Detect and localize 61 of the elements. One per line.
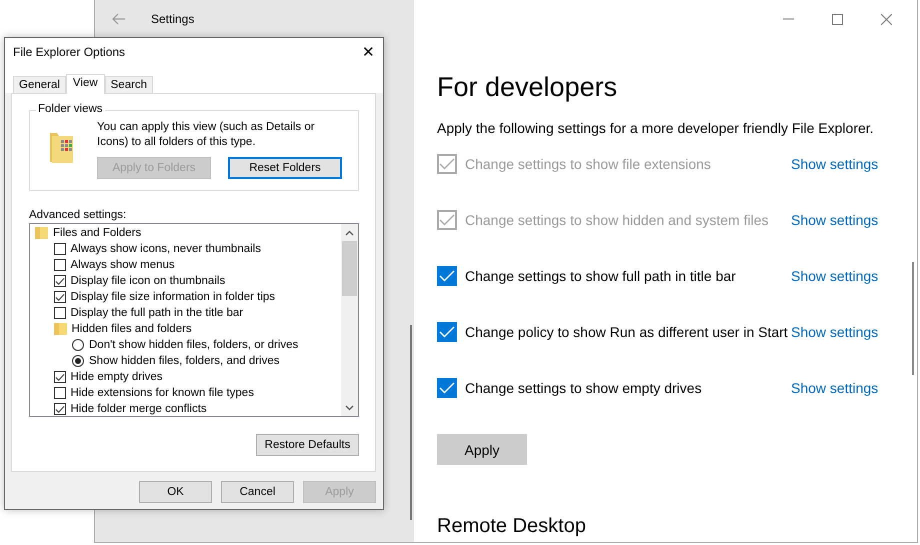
folder-icon bbox=[49, 131, 75, 163]
checkbox[interactable] bbox=[437, 266, 457, 286]
checkbox[interactable] bbox=[54, 291, 66, 303]
checkbox[interactable] bbox=[54, 387, 66, 399]
radio-button[interactable] bbox=[72, 339, 84, 351]
scrollbar[interactable] bbox=[341, 224, 358, 416]
group-title: Folder views bbox=[36, 103, 105, 115]
radio-label: Show hidden files, folders, and drives bbox=[89, 355, 280, 367]
checkbox-label: Display the full path in the title bar bbox=[70, 307, 244, 319]
radio-label: Don't show hidden files, folders, or drives bbox=[89, 339, 298, 351]
show-settings-link[interactable]: Show settings bbox=[791, 324, 878, 340]
checkbox[interactable] bbox=[54, 275, 66, 287]
scroll-up-icon[interactable] bbox=[345, 230, 354, 236]
checkbox-label: Hide extensions for known file types bbox=[70, 387, 254, 399]
scroll-down-icon[interactable] bbox=[345, 405, 354, 411]
page-heading: For developers bbox=[437, 71, 618, 104]
window-title: Settings bbox=[151, 12, 194, 26]
scrollbar[interactable] bbox=[912, 262, 914, 375]
group-description: You can apply this view (such as Details or Icons) to all folders of this type. bbox=[97, 120, 316, 150]
checkbox-label: Always show icons, never thumbnails bbox=[70, 243, 261, 255]
folder-icon bbox=[54, 323, 66, 335]
option-label: Change settings to show empty drives bbox=[465, 380, 703, 396]
folder-view-button[interactable]: Reset Folders bbox=[228, 157, 342, 179]
option-label: Change policy to show Run as different user in Start bbox=[465, 324, 789, 340]
checkbox[interactable] bbox=[54, 259, 66, 271]
dialog-button[interactable]: OK bbox=[139, 481, 212, 503]
scrollbar[interactable] bbox=[410, 325, 412, 520]
tree-item[interactable]: Files and Folders bbox=[53, 227, 142, 239]
checkbox[interactable] bbox=[54, 371, 66, 383]
close-button[interactable]: ✕ bbox=[362, 43, 375, 61]
checkbox-label: Always show menus bbox=[70, 259, 175, 271]
section-heading: Remote Desktop bbox=[437, 515, 587, 538]
close-icon[interactable] bbox=[881, 14, 892, 24]
radio-button[interactable] bbox=[72, 355, 84, 367]
description: Apply the following settings for a more developer friendly File Explorer. bbox=[437, 120, 875, 136]
checkbox[interactable] bbox=[437, 378, 457, 398]
option-label: Change settings to show full path in title bar bbox=[465, 268, 737, 284]
option-label: Change settings to show file extensions bbox=[465, 156, 712, 172]
tree-item[interactable]: Hidden files and folders bbox=[72, 323, 192, 335]
maximize-icon[interactable] bbox=[832, 14, 843, 24]
show-settings-link[interactable]: Show settings bbox=[791, 268, 878, 284]
folder-icon bbox=[35, 227, 48, 239]
checkbox-label: Display file size information in folder tips bbox=[70, 291, 276, 303]
tab[interactable]: General bbox=[13, 76, 66, 93]
restore-defaults-button[interactable]: Restore Defaults bbox=[256, 434, 359, 456]
dialog-button[interactable]: Cancel bbox=[221, 481, 294, 503]
tab[interactable]: View bbox=[66, 74, 105, 94]
option-label: Change settings to show hidden and system files bbox=[465, 212, 770, 228]
advanced-label: Advanced settings: bbox=[29, 209, 128, 221]
checkbox-label: Hide folder merge conflicts bbox=[70, 403, 207, 415]
checkbox[interactable] bbox=[54, 243, 66, 255]
show-settings-link[interactable]: Show settings bbox=[791, 380, 878, 396]
checkbox[interactable] bbox=[54, 307, 66, 319]
dialog-title: File Explorer Options bbox=[13, 45, 126, 59]
tab[interactable]: Search bbox=[104, 76, 154, 93]
checkbox[interactable] bbox=[54, 403, 66, 415]
checkbox-label: Display file icon on thumbnails bbox=[70, 275, 226, 287]
checkbox[interactable] bbox=[437, 322, 457, 342]
checkbox-label: Hide empty drives bbox=[70, 371, 163, 383]
minimize-icon[interactable] bbox=[783, 18, 794, 20]
apply-button[interactable]: Apply bbox=[437, 434, 527, 465]
